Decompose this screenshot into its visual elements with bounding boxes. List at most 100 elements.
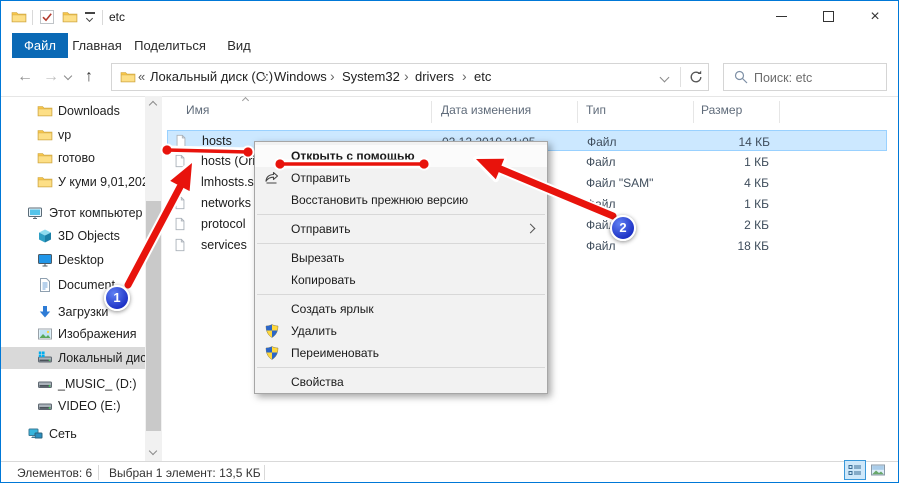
breadcrumb-separator: › [262,64,267,90]
sidebar-item-3d-objects[interactable]: 3D Objects [1,225,145,247]
address-dropdown-chevron-icon[interactable] [660,73,670,83]
breadcrumb-drivers[interactable]: drivers [415,64,454,90]
folder-icon [37,127,53,143]
column-divider[interactable] [431,101,432,123]
app-folder-icon [11,9,27,25]
up-icon[interactable]: ↑ [85,68,93,86]
menu-item-send-to[interactable]: Отправить [255,218,547,240]
file-icon [173,195,187,211]
sidebar-item-ukumi[interactable]: У куми 9,01,2020 [1,171,145,193]
file-icon [173,237,187,253]
file-type: Файл [587,135,617,149]
menu-item-properties[interactable]: Свойства [255,371,547,393]
sidebar-item-label: 3D Objects [58,229,120,243]
menu-item-rename[interactable]: Переименовать [255,342,547,364]
divider [264,465,265,480]
file-name: hosts (Orig [201,154,262,168]
breadcrumb-drive[interactable]: Локальный диск (C:) [150,64,273,90]
menu-item-cut[interactable]: Вырезать [255,247,547,269]
menu-item-delete[interactable]: Удалить [255,320,547,342]
column-divider[interactable] [779,101,780,123]
sidebar-item-network[interactable]: Сеть [1,423,145,445]
menu-item-create-shortcut[interactable]: Создать ярлык [255,298,547,320]
sidebar-item-gotovo[interactable]: готово [1,147,145,169]
breadcrumb-etc[interactable]: etc [474,64,491,90]
column-header-type[interactable]: Тип [586,103,606,117]
sidebar-item-downloads[interactable]: Downloads [1,100,145,122]
tab-view[interactable]: Вид [214,33,264,58]
file-icon [173,216,187,232]
scroll-up-icon[interactable] [149,101,157,109]
file-icon [173,153,187,169]
file-size: 4 КБ [673,176,769,190]
details-view-button[interactable] [844,460,866,480]
tab-home[interactable]: Главная [68,33,126,58]
qat-customize-chevron-icon[interactable] [86,15,93,22]
drive-icon [37,376,53,392]
column-header-size[interactable]: Размер [701,103,742,117]
breadcrumb-separator: › [330,64,335,90]
selection-info: Выбран 1 элемент: 13,5 КБ [109,466,261,480]
tab-file[interactable]: Файл [12,33,68,58]
menu-separator [257,243,545,244]
column-divider[interactable] [693,101,694,123]
menu-item-copy[interactable]: Копировать [255,269,547,291]
sidebar-item-music-d[interactable]: _MUSIC_ (D:) [1,373,145,395]
column-divider[interactable] [577,101,578,123]
sidebar-item-video-e[interactable]: VIDEO (E:) [1,395,145,417]
file-name: hosts [202,134,232,148]
history-chevron-icon[interactable] [64,72,72,80]
annotation-badge-1: 1 [104,285,130,311]
qat-customize-icon[interactable] [85,12,95,14]
drive-icon [37,398,53,414]
divider [32,10,33,25]
refresh-icon[interactable] [688,69,704,85]
maximize-button[interactable] [805,1,851,32]
file-name: services [201,238,247,252]
thumbnails-view-button[interactable] [867,460,889,480]
search-box[interactable] [723,63,887,91]
address-bar[interactable]: « Локальный диск (C:) › Windows › System… [111,63,709,91]
scroll-down-icon[interactable] [149,447,157,455]
explorer-window: etc × Файл Главная Поделиться Вид ? ← → … [0,0,899,483]
back-icon[interactable]: ← [17,68,33,86]
close-button[interactable]: × [851,1,899,32]
qat-new-folder-icon[interactable] [62,9,78,25]
file-type: Файл "SAM" [586,176,653,190]
file-name: networks [201,196,251,210]
divider [680,67,681,87]
sidebar-item-vp[interactable]: vp [1,124,145,146]
tab-share[interactable]: Поделиться [126,33,214,58]
search-icon [733,69,749,85]
column-header-date[interactable]: Дата изменения [441,103,531,117]
folder-icon [37,150,53,166]
breadcrumb-windows[interactable]: Windows [274,64,327,90]
sidebar-scrollbar[interactable] [145,96,162,461]
desktop-icon [37,252,53,268]
folder-icon [37,103,53,119]
scrollbar-thumb[interactable] [146,201,161,431]
context-menu: Открыть с помощью Отправить Восстановить… [254,141,548,394]
sidebar-item-local-disk-c[interactable]: Локальный дис [1,347,145,369]
search-input[interactable] [752,65,886,91]
menu-separator [257,214,545,215]
menu-item-open-with[interactable]: Открыть с помощью [255,145,547,167]
sidebar-item-this-pc[interactable]: Этот компьютер [1,202,145,224]
forward-icon[interactable]: → [43,68,59,86]
qat-properties-check-icon[interactable] [39,9,55,25]
uac-shield-icon [264,323,280,339]
minimize-button[interactable] [758,1,805,32]
annotation-badge-2: 2 [610,215,636,241]
menu-item-share[interactable]: Отправить [255,167,547,189]
menu-item-restore-previous[interactable]: Восстановить прежнюю версию [255,189,547,211]
menu-separator [257,294,545,295]
sidebar-item-pictures[interactable]: Изображения [1,323,145,345]
sidebar-item-label: готово [58,151,95,165]
breadcrumb-system32[interactable]: System32 [342,64,400,90]
details-view-icon [847,462,863,478]
sidebar-item-desktop[interactable]: Desktop [1,249,145,271]
file-size: 1 КБ [673,155,769,169]
column-header-name[interactable]: Имя [186,103,209,117]
minimize-icon [776,16,787,17]
file-name: protocol [201,217,245,231]
